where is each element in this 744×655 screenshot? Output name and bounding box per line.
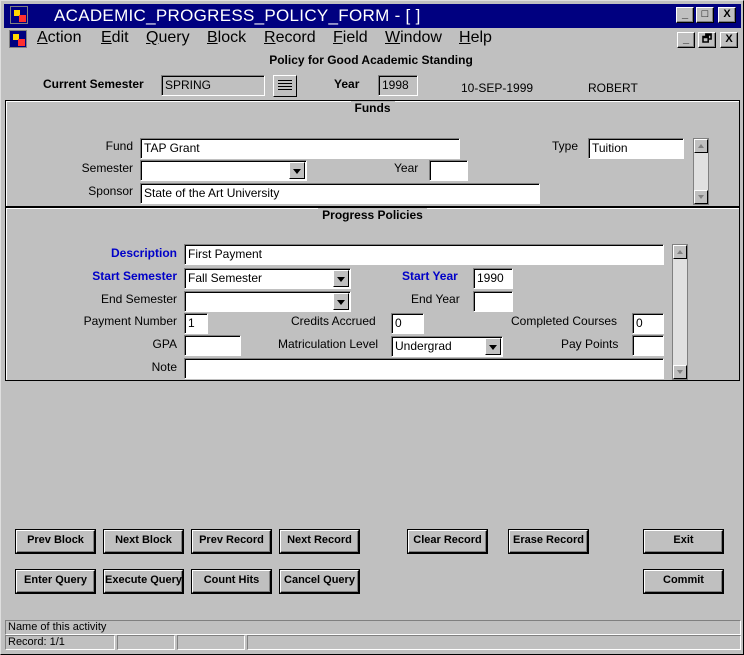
form-title: Policy for Good Academic Standing	[269, 53, 473, 67]
scroll-up-icon[interactable]	[673, 245, 687, 259]
menu-record[interactable]: Record	[264, 29, 316, 47]
chevron-down-icon[interactable]	[333, 270, 349, 287]
scroll-down-icon[interactable]	[694, 190, 708, 204]
fund-year-field[interactable]	[429, 160, 468, 181]
description-field[interactable]: First Payment	[184, 244, 664, 265]
menu-edit[interactable]: Edit	[101, 29, 129, 47]
type-field[interactable]: Tuition	[588, 138, 684, 159]
start-semester-select[interactable]: Fall Semester	[184, 268, 351, 289]
close-icon: X	[723, 8, 731, 20]
count-hits-button[interactable]: Count Hits	[192, 570, 271, 593]
end-semester-select[interactable]	[184, 291, 351, 312]
fund-field[interactable]: TAP Grant	[140, 138, 460, 159]
erase-record-button[interactable]: Erase Record	[509, 530, 588, 553]
next-block-button[interactable]: Next Block	[104, 530, 183, 553]
window-title: ACADEMIC_PROGRESS_POLICY_FORM - [ ]	[54, 6, 421, 25]
enter-query-button[interactable]: Enter Query	[16, 570, 95, 593]
fund-label: Fund	[105, 139, 133, 153]
year-field[interactable]: 1998	[378, 75, 418, 96]
start-year-label: Start Year	[402, 269, 458, 283]
cancel-query-button[interactable]: Cancel Query	[280, 570, 359, 593]
completed-courses-label: Completed Courses	[511, 314, 618, 328]
clear-record-button[interactable]: Clear Record	[408, 530, 487, 553]
prev-block-button[interactable]: Prev Block	[16, 530, 95, 553]
menu-action[interactable]: Action	[37, 29, 81, 47]
title-bar: ACADEMIC_PROGRESS_POLICY_FORM - [ ] _ □ …	[4, 4, 741, 28]
status-cell	[177, 635, 245, 650]
end-year-label: End Year	[411, 292, 460, 306]
status-cell	[117, 635, 175, 650]
description-label: Description	[110, 246, 177, 260]
menu-query[interactable]: Query	[146, 29, 190, 47]
payment-number-field[interactable]: 1	[184, 313, 208, 334]
maximize-icon: □	[701, 8, 709, 20]
menu-bar: Action Edit Query Block Record Field Win…	[4, 29, 741, 51]
fund-semester-select[interactable]	[140, 160, 307, 181]
application-window: ACADEMIC_PROGRESS_POLICY_FORM - [ ] _ □ …	[0, 0, 744, 655]
app-icon[interactable]	[10, 6, 28, 24]
menu-field[interactable]: Field	[333, 29, 368, 47]
progress-scrollbar[interactable]	[672, 244, 688, 380]
matriculation-label: Matriculation Level	[278, 337, 379, 351]
minimize-button[interactable]: _	[676, 7, 694, 23]
close-icon: X	[725, 33, 733, 45]
status-cell	[247, 635, 741, 650]
menu-help[interactable]: Help	[459, 29, 492, 47]
fund-semester-label: Semester	[81, 161, 133, 175]
maximize-button[interactable]: □	[696, 7, 714, 23]
credits-accrued-label: Credits Accrued	[291, 314, 376, 328]
commit-button[interactable]: Commit	[644, 570, 723, 593]
doc-restore-button[interactable]: 🗗	[698, 32, 716, 48]
prev-record-button[interactable]: Prev Record	[192, 530, 271, 553]
current-user: ROBERT	[588, 81, 638, 95]
pay-points-label: Pay Points	[561, 337, 619, 351]
funds-title: Funds	[350, 101, 395, 115]
note-label: Note	[151, 360, 177, 374]
gpa-label: GPA	[152, 337, 177, 351]
close-button[interactable]: X	[718, 7, 736, 23]
doc-close-button[interactable]: X	[720, 32, 738, 48]
start-year-field[interactable]: 1990	[473, 268, 513, 289]
payment-number-label: Payment Number	[83, 314, 177, 328]
scroll-down-icon[interactable]	[673, 365, 687, 379]
current-semester-label: Current Semester	[43, 77, 144, 91]
menu-window[interactable]: Window	[385, 29, 442, 47]
scroll-up-icon[interactable]	[694, 139, 708, 153]
restore-icon: 🗗	[701, 33, 713, 45]
chevron-down-icon[interactable]	[485, 338, 501, 355]
end-semester-label: End Semester	[100, 292, 177, 306]
year-label: Year	[334, 77, 360, 91]
sponsor-field[interactable]: State of the Art University	[140, 183, 540, 204]
document-icon[interactable]	[9, 30, 27, 48]
fund-year-label: Year	[394, 161, 419, 175]
sponsor-label: Sponsor	[88, 184, 133, 198]
note-field[interactable]	[184, 358, 664, 379]
current-semester-field[interactable]: SPRING	[161, 75, 265, 96]
chevron-down-icon[interactable]	[289, 162, 305, 179]
next-record-button[interactable]: Next Record	[280, 530, 359, 553]
credits-accrued-field[interactable]: 0	[391, 313, 424, 334]
pay-points-field[interactable]	[632, 335, 664, 356]
completed-courses-field[interactable]: 0	[632, 313, 664, 334]
status-message: Name of this activity	[5, 620, 741, 635]
end-year-field[interactable]	[473, 291, 513, 312]
minimize-icon: _	[682, 33, 690, 45]
doc-minimize-button[interactable]: _	[677, 32, 695, 48]
exit-button[interactable]: Exit	[644, 530, 723, 553]
minimize-icon: _	[681, 8, 689, 20]
funds-scrollbar[interactable]	[693, 138, 709, 205]
matriculation-select[interactable]: Undergrad	[391, 336, 503, 357]
lov-icon[interactable]	[273, 75, 297, 97]
gpa-field[interactable]	[184, 335, 241, 356]
type-label: Type	[552, 139, 579, 153]
menu-block[interactable]: Block	[207, 29, 246, 47]
current-date: 10-SEP-1999	[461, 81, 534, 95]
chevron-down-icon[interactable]	[333, 293, 349, 310]
record-indicator: Record: 1/1	[5, 635, 115, 650]
start-semester-label: Start Semester	[92, 269, 177, 283]
execute-query-button[interactable]: Execute Query	[104, 570, 183, 593]
progress-title: Progress Policies	[318, 208, 427, 222]
